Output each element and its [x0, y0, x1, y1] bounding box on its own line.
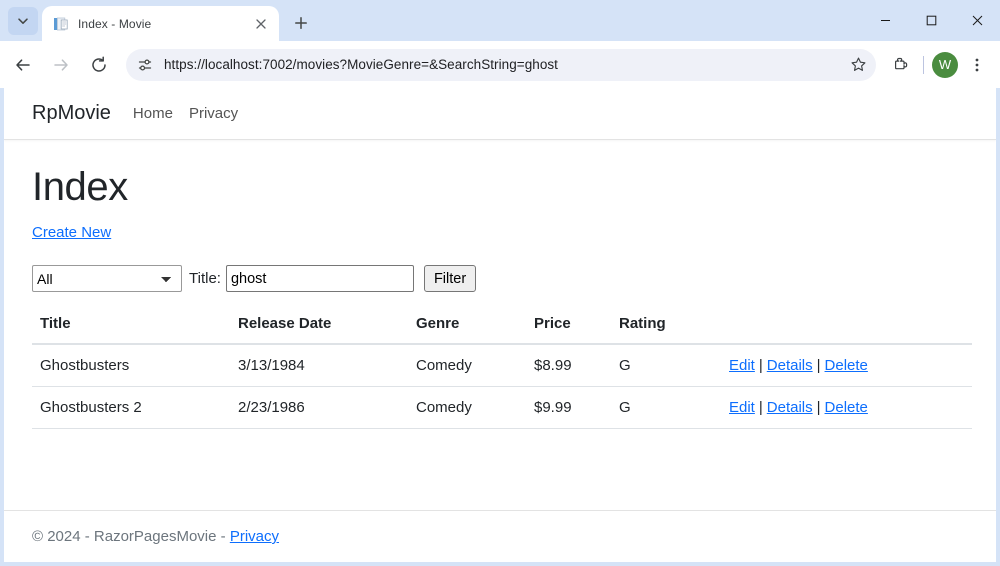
cell-price: $9.99	[526, 386, 611, 429]
page-viewport: RpMovie Home Privacy Index Create New Al…	[0, 88, 1000, 566]
reload-button[interactable]	[82, 48, 116, 82]
table-header-row: Title Release Date Genre Price Rating	[32, 315, 972, 345]
action-separator: |	[758, 399, 763, 416]
back-button[interactable]	[6, 48, 40, 82]
footer-text: © 2024 - RazorPagesMovie -	[32, 528, 230, 545]
cell-rating: G	[611, 344, 721, 387]
star-icon[interactable]	[844, 51, 872, 79]
tab-title: Index - Movie	[78, 16, 152, 31]
extensions-button[interactable]	[886, 50, 916, 80]
document-favicon	[53, 16, 69, 32]
minimize-icon	[880, 20, 890, 21]
cell-price: $8.99	[526, 344, 611, 387]
table-row: Ghostbusters 3/13/1984 Comedy $8.99 G Ed…	[32, 344, 972, 387]
title-filter-label: Title:	[189, 270, 221, 287]
table-row: Ghostbusters 2 2/23/1986 Comedy $9.99 G …	[32, 386, 972, 429]
cell-release-date: 3/13/1984	[230, 344, 408, 387]
details-link[interactable]: Details	[767, 399, 813, 416]
browser-tab[interactable]: Index - Movie	[42, 6, 279, 41]
delete-link[interactable]: Delete	[825, 399, 868, 416]
back-arrow-icon	[16, 58, 30, 71]
browser-window: Index - Movie https://localhost:7002/mov…	[0, 0, 1000, 566]
action-separator: |	[758, 357, 763, 374]
browser-toolbar: https://localhost:7002/movies?MovieGenre…	[0, 41, 1000, 88]
action-separator: |	[816, 357, 821, 374]
cell-title: Ghostbusters	[32, 344, 230, 387]
minimize-button[interactable]	[862, 0, 908, 41]
search-input[interactable]	[225, 265, 414, 292]
forward-button	[44, 48, 78, 82]
cell-genre: Comedy	[408, 344, 526, 387]
site-settings-icon[interactable]	[132, 52, 158, 78]
column-header-genre: Genre	[408, 315, 526, 345]
profile-avatar[interactable]: W	[932, 51, 958, 78]
table-head: Title Release Date Genre Price Rating	[32, 315, 972, 345]
create-new-link[interactable]: Create New	[32, 224, 111, 241]
site-footer: © 2024 - RazorPagesMovie - Privacy	[4, 510, 996, 562]
chevron-down-icon	[18, 18, 28, 24]
column-header-release-date: Release Date	[230, 315, 408, 345]
filter-form: All Title: Filter	[32, 265, 968, 292]
cell-actions: Edit | Details | Delete	[721, 386, 972, 429]
delete-link[interactable]: Delete	[825, 357, 868, 374]
title-bar: Index - Movie	[0, 0, 1000, 41]
cell-genre: Comedy	[408, 386, 526, 429]
genre-select[interactable]: All	[32, 265, 182, 292]
table-body: Ghostbusters 3/13/1984 Comedy $8.99 G Ed…	[32, 344, 972, 429]
toolbar-divider	[923, 55, 924, 74]
edit-link[interactable]: Edit	[729, 399, 755, 416]
tab-search-button[interactable]	[8, 7, 38, 35]
plus-icon	[295, 17, 307, 29]
column-header-rating: Rating	[611, 315, 721, 345]
site-navbar: RpMovie Home Privacy	[4, 88, 996, 140]
filter-button[interactable]: Filter	[423, 265, 477, 292]
close-window-button[interactable]	[954, 0, 1000, 41]
close-icon	[972, 15, 982, 26]
column-header-title: Title	[32, 315, 230, 345]
cell-release-date: 2/23/1986	[230, 386, 408, 429]
action-separator: |	[816, 399, 821, 416]
maximize-icon	[926, 15, 936, 26]
column-header-actions	[721, 315, 972, 345]
browser-menu-button[interactable]	[962, 50, 992, 80]
page-title: Index	[32, 165, 128, 209]
window-controls	[862, 0, 1000, 41]
url-text: https://localhost:7002/movies?MovieGenre…	[164, 57, 558, 72]
three-dot-menu-icon	[975, 58, 979, 71]
page-content: Index Create New All Title: Filter Title…	[4, 140, 996, 510]
forward-arrow-icon	[54, 58, 68, 71]
movies-table: Title Release Date Genre Price Rating Gh…	[32, 315, 972, 429]
address-bar[interactable]: https://localhost:7002/movies?MovieGenre…	[126, 48, 876, 81]
extensions-puzzle-icon	[895, 57, 908, 69]
footer-privacy-link[interactable]: Privacy	[230, 528, 279, 545]
edit-link[interactable]: Edit	[729, 357, 755, 374]
details-link[interactable]: Details	[767, 357, 813, 374]
nav-link-home[interactable]: Home	[133, 105, 173, 122]
tab-close-icon[interactable]	[251, 14, 271, 34]
reload-icon	[92, 55, 106, 72]
column-header-price: Price	[526, 315, 611, 345]
new-tab-button[interactable]	[287, 9, 315, 37]
maximize-button[interactable]	[908, 0, 954, 41]
nav-link-privacy[interactable]: Privacy	[189, 105, 238, 122]
cell-title: Ghostbusters 2	[32, 386, 230, 429]
brand-link[interactable]: RpMovie	[32, 102, 111, 125]
cell-actions: Edit | Details | Delete	[721, 344, 972, 387]
cell-rating: G	[611, 386, 721, 429]
